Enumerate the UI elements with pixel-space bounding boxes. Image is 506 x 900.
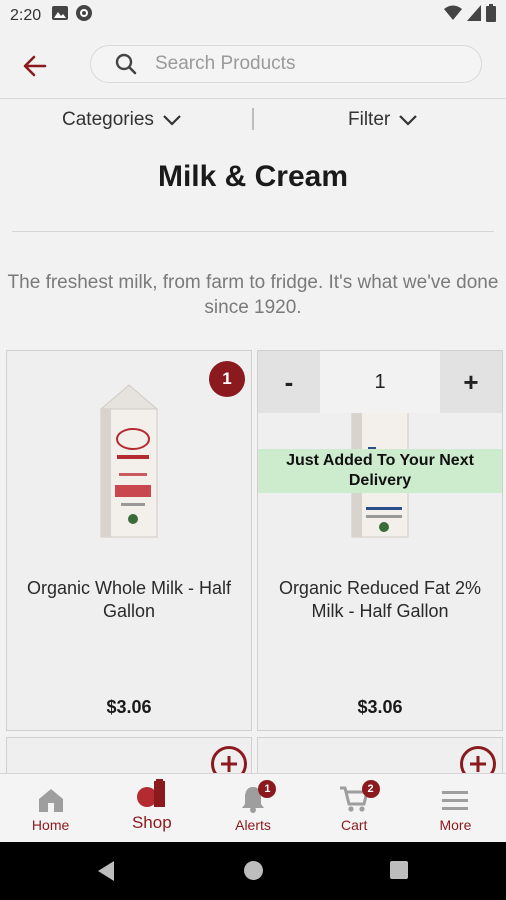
status-bar: 2:20 [0,0,506,31]
page-title: Milk & Cream [157,160,349,193]
battery-icon [486,4,496,27]
product-card[interactable]: 1 Organic Whole Milk - Half Gallon $3.06 [6,350,252,731]
decrease-quantity-button[interactable]: - [258,351,320,413]
divider [12,231,494,232]
categories-dropdown[interactable]: Categories [62,109,182,131]
nav-label: Shop [131,813,172,832]
nav-home[interactable]: Home [0,774,101,841]
nav-label: Home [31,817,70,833]
menu-icon [442,791,469,810]
chevron-down-icon [399,115,418,126]
filter-divider [252,108,254,130]
system-back-icon[interactable] [96,860,116,882]
nav-cart[interactable]: 2 Cart [304,774,405,841]
cart-quantity-badge: 1 [209,361,245,397]
back-button[interactable] [18,49,52,83]
filter-label: Filter [348,109,391,130]
product-price: $3.06 [357,697,403,717]
nav-label: More [439,817,472,833]
system-recents-icon[interactable] [389,860,409,880]
product-name: Organic Reduced Fat 2% Milk - Half Gallo… [278,578,482,621]
home-icon [38,789,63,812]
nav-alerts[interactable]: 1 Alerts [202,774,303,841]
alerts-count-badge: 1 [258,780,277,798]
bottom-nav: Home Shop 1 Alerts 2 Cart More [0,773,506,841]
cart-count-badge: 2 [361,780,380,798]
product-price: $3.06 [106,697,152,717]
plus-icon [221,756,237,772]
added-to-delivery-banner: Just Added To Your Next Delivery [258,449,502,493]
increase-quantity-button[interactable]: + [440,351,502,413]
system-nav-bar [0,842,506,900]
categories-label: Categories [62,109,154,130]
filter-row: Categories Filter [0,100,506,142]
chevron-down-icon [163,115,181,126]
at-sign-notification-icon [75,4,93,27]
search-bar[interactable] [90,45,482,83]
product-card[interactable]: - 1 + Just Added To Your Next Delivery O… [257,350,503,731]
filter-dropdown[interactable]: Filter [348,109,418,131]
status-time: 2:20 [10,6,42,24]
search-icon [115,53,137,75]
nav-label: Cart [340,817,368,833]
product-name: Organic Whole Milk - Half Gallon [26,578,232,621]
milk-carton-image [99,384,159,538]
quantity-value: 1 [320,351,440,413]
nav-more[interactable]: More [405,774,506,841]
top-bar [0,31,506,99]
quantity-stepper: - 1 + [258,351,502,413]
nav-label: Alerts [235,817,271,833]
category-tagline: The freshest milk, from farm to fridge. … [7,272,499,318]
photo-notification-icon [51,5,69,26]
nav-shop[interactable]: Shop [101,774,202,841]
system-home-icon[interactable] [243,860,264,881]
arrow-left-icon [23,55,47,77]
grocery-icon [136,779,165,807]
plus-icon [470,756,486,772]
wifi-icon [444,5,462,26]
search-input[interactable] [155,53,455,75]
signal-icon [467,5,481,26]
